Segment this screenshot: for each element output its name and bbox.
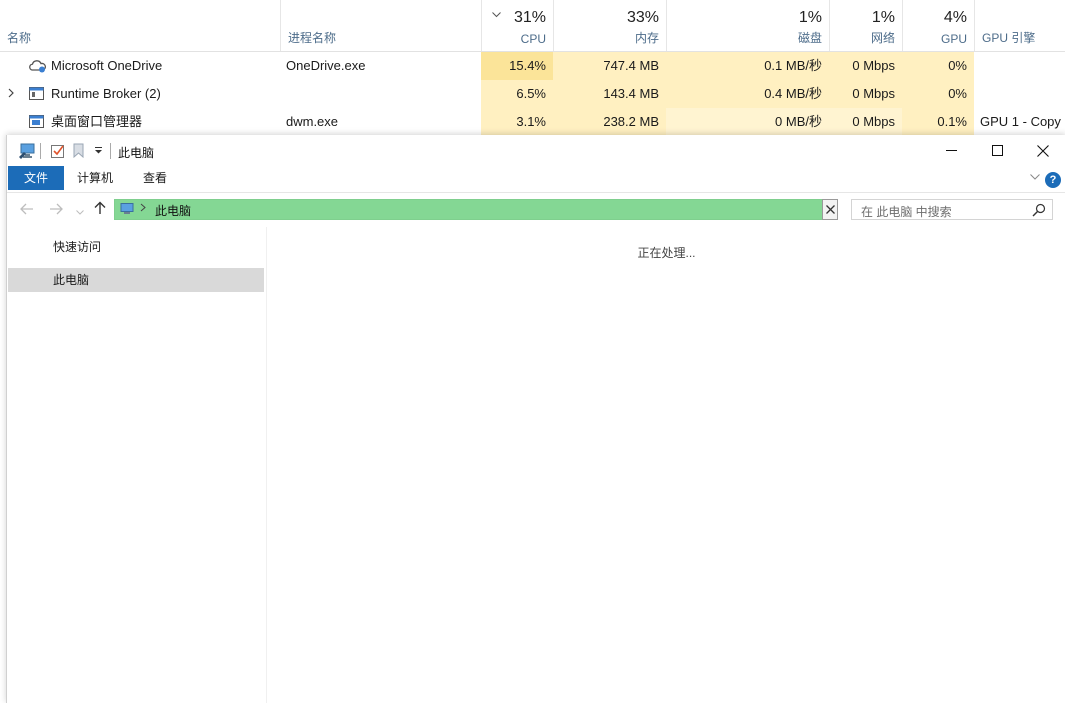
properties-check-icon[interactable] (51, 143, 65, 159)
help-icon[interactable]: ? (1045, 172, 1061, 188)
stop-loading-button[interactable] (822, 199, 838, 220)
tab-computer[interactable]: 计算机 (69, 166, 121, 190)
column-name[interactable]: 名称 (0, 0, 280, 51)
process-row[interactable]: Microsoft OneDrive OneDrive.exe 15.4% 74… (0, 52, 1065, 80)
column-memory[interactable]: 33% 内存 (553, 0, 666, 51)
memory-value: 143.4 MB (553, 80, 666, 108)
gpu-engine-value (974, 52, 1065, 80)
sort-chevron-down-icon (492, 10, 501, 21)
gpu-value: 0.1% (902, 108, 974, 136)
app-window-icon (29, 115, 44, 128)
column-cpu-label: CPU (520, 32, 546, 46)
new-folder-icon[interactable] (73, 143, 84, 159)
cpu-total: 31% (513, 9, 546, 26)
this-pc-icon (120, 203, 134, 215)
process-exe: dwm.exe (286, 114, 339, 129)
cpu-value: 15.4% (481, 52, 553, 80)
gpu-engine-value (974, 80, 1065, 108)
breadcrumb-chevron-icon[interactable] (140, 201, 146, 215)
expand-ribbon-chevron-icon[interactable] (1030, 171, 1040, 183)
search-placeholder: 在 此电脑 中搜索 (861, 205, 952, 219)
toolbar-divider (40, 143, 41, 159)
search-input[interactable]: 在 此电脑 中搜索 (851, 199, 1053, 220)
column-gpu[interactable]: 4% GPU (902, 0, 974, 51)
process-name: Microsoft OneDrive (51, 58, 163, 73)
breadcrumb-this-pc[interactable]: 此电脑 (155, 202, 191, 219)
column-disk-label: 磁盘 (797, 31, 822, 45)
tab-view[interactable]: 查看 (133, 166, 177, 190)
process-name: Runtime Broker (2) (51, 86, 161, 101)
column-name-label: 名称 (7, 31, 32, 45)
column-cpu[interactable]: 31% CPU (481, 0, 553, 51)
navigation-pane: 快速访问 此电脑 (7, 227, 267, 703)
maximize-button[interactable] (974, 135, 1020, 166)
window-title: 此电脑 (118, 146, 155, 160)
network-value: 0 Mbps (829, 108, 902, 136)
recent-locations-chevron-icon[interactable] (71, 201, 89, 219)
process-exe: OneDrive.exe (286, 58, 366, 73)
navigation-bar: 此电脑 在 此电脑 中搜索 (7, 193, 1065, 227)
ribbon-tabs: 文件 计算机 查看 ? (7, 166, 1065, 193)
disk-value: 0 MB/秒 (666, 108, 829, 136)
memory-value: 747.4 MB (553, 52, 666, 80)
forward-arrow-icon[interactable] (47, 201, 65, 219)
file-explorer-window: 此电脑 文件 计算机 查看 ? 此电脑 在 此电脑 中搜索 快速访问 此电脑 正… (6, 135, 1065, 703)
content-pane[interactable]: 正在处理... (267, 227, 1065, 703)
gpu-total: 4% (943, 9, 967, 26)
onedrive-icon (29, 59, 46, 73)
title-bar[interactable]: 此电脑 (7, 135, 1065, 166)
column-gpu-engine[interactable]: GPU 引擎 (974, 0, 1065, 51)
column-network-label: 网络 (870, 31, 895, 45)
column-memory-label: 内存 (634, 31, 659, 45)
back-arrow-icon[interactable] (18, 201, 36, 219)
close-button[interactable] (1020, 135, 1065, 166)
gpu-value: 0% (902, 52, 974, 80)
cpu-value: 3.1% (481, 108, 553, 136)
search-icon[interactable] (1032, 203, 1046, 217)
minimize-button[interactable] (928, 135, 974, 166)
nav-item-this-pc[interactable]: 此电脑 (8, 268, 264, 292)
column-disk[interactable]: 1% 磁盘 (666, 0, 829, 51)
column-process-label: 进程名称 (288, 31, 337, 45)
address-bar[interactable]: 此电脑 (114, 199, 838, 220)
gpu-value: 0% (902, 80, 974, 108)
process-row[interactable]: Runtime Broker (2) 6.5% 143.4 MB 0.4 MB/… (0, 80, 1065, 108)
cpu-value: 6.5% (481, 80, 553, 108)
tab-file[interactable]: 文件 (8, 166, 64, 190)
column-gpu-engine-label: GPU 引擎 (982, 31, 1036, 45)
app-window-icon (29, 87, 44, 100)
task-manager-header: 名称 进程名称 31% CPU 33% 内存 1% 磁盘 1% 网络 4% GP… (0, 0, 1065, 52)
network-total: 1% (871, 9, 895, 26)
disk-total: 1% (798, 9, 822, 26)
column-network[interactable]: 1% 网络 (829, 0, 902, 51)
process-name: 桌面窗口管理器 (51, 114, 143, 129)
loading-status: 正在处理... (637, 246, 696, 260)
up-arrow-icon[interactable] (91, 201, 109, 219)
disk-value: 0.4 MB/秒 (666, 80, 829, 108)
column-process[interactable]: 进程名称 (280, 0, 481, 51)
disk-value: 0.1 MB/秒 (666, 52, 829, 80)
nav-item-quick-access[interactable]: 快速访问 (8, 235, 264, 259)
network-value: 0 Mbps (829, 80, 902, 108)
gpu-engine-value: GPU 1 - Copy (980, 114, 1061, 129)
memory-value: 238.2 MB (553, 108, 666, 136)
process-row[interactable]: 桌面窗口管理器 dwm.exe 3.1% 238.2 MB 0 MB/秒 0 M… (0, 108, 1065, 136)
memory-total: 33% (626, 9, 659, 26)
toolbar-divider (110, 143, 111, 159)
expand-chevron-icon[interactable] (8, 80, 15, 108)
column-gpu-label: GPU (940, 32, 967, 46)
network-value: 0 Mbps (829, 52, 902, 80)
process-exe (280, 80, 481, 108)
customize-toolbar-dropdown-icon[interactable] (94, 143, 103, 159)
this-pc-icon[interactable] (19, 143, 37, 159)
